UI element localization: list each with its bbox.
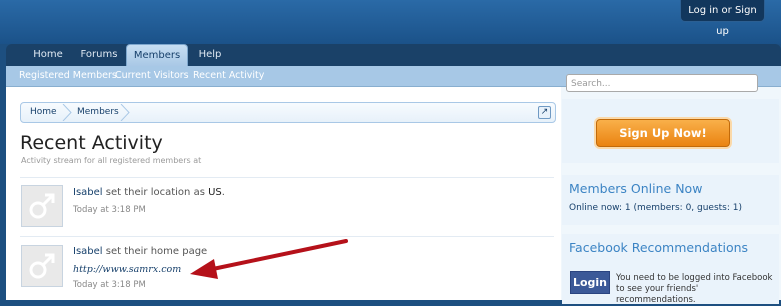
search-input[interactable]: Search... — [566, 74, 758, 92]
breadcrumb: Home Members ↗ — [20, 102, 556, 123]
sign-up-button[interactable]: Sign Up Now! — [596, 119, 730, 147]
facebook-title: Facebook Recommendations — [569, 240, 749, 255]
activity-text: set their location as — [105, 187, 205, 198]
main-navigation: Home Forums Members Help — [6, 44, 781, 66]
breadcrumb-separator-icon — [120, 104, 130, 121]
facebook-login-button[interactable]: Login — [570, 271, 610, 294]
sidebar: Search... Sign Up Now! Members Online No… — [562, 74, 781, 305]
avatar[interactable] — [21, 245, 63, 287]
facebook-login-message: You need to be logged into Facebook to s… — [616, 273, 773, 305]
header-bar: Log in or Sign up — [0, 0, 781, 44]
external-arrow-icon[interactable]: ↗ — [538, 106, 551, 119]
page-title: Recent Activity — [20, 132, 163, 154]
breadcrumb-members[interactable]: Members — [77, 103, 119, 122]
login-signup-link[interactable]: Log in or Sign up — [680, 0, 765, 37]
activity-suffix: . — [221, 187, 225, 198]
activity-username[interactable]: Isabel — [73, 246, 103, 257]
activity-homepage-link[interactable]: http://www.samrx.com — [73, 264, 181, 275]
page-description: Activity stream for all registered membe… — [21, 156, 202, 165]
tab-members[interactable]: Members — [126, 44, 188, 66]
male-symbol-icon — [29, 193, 55, 219]
tab-help[interactable]: Help — [194, 44, 226, 66]
annotation-arrow-icon — [190, 239, 348, 279]
subnav-recent-activity[interactable]: Recent Activity — [193, 66, 264, 86]
subnav-current-visitors[interactable]: Current Visitors — [115, 66, 189, 86]
male-symbol-icon — [29, 253, 55, 279]
activity-username[interactable]: Isabel — [73, 187, 103, 198]
avatar[interactable] — [21, 185, 63, 227]
tab-forums[interactable]: Forums — [76, 44, 122, 66]
page-content: Home Members ↗ Recent Activity Activity … — [6, 74, 781, 305]
divider — [20, 177, 554, 178]
activity-value: US — [208, 187, 222, 198]
subnav-registered-members[interactable]: Registered Members — [19, 66, 117, 86]
main-content: Home Members ↗ Recent Activity Activity … — [6, 87, 561, 300]
members-online-title: Members Online Now — [569, 181, 703, 196]
breadcrumb-separator-icon — [62, 104, 72, 121]
signup-block: Sign Up Now! — [562, 99, 779, 163]
members-online-count: Online now: 1 (members: 0, guests: 1) — [569, 203, 743, 213]
activity-timestamp: Today at 3:18 PM — [73, 205, 146, 215]
members-online-block: Members Online Now Online now: 1 (member… — [562, 175, 779, 225]
activity-line: Isabel set their location as US. — [73, 187, 225, 198]
activity-timestamp: Today at 3:18 PM — [73, 280, 146, 290]
tab-home[interactable]: Home — [26, 44, 70, 66]
breadcrumb-home[interactable]: Home — [30, 103, 57, 122]
